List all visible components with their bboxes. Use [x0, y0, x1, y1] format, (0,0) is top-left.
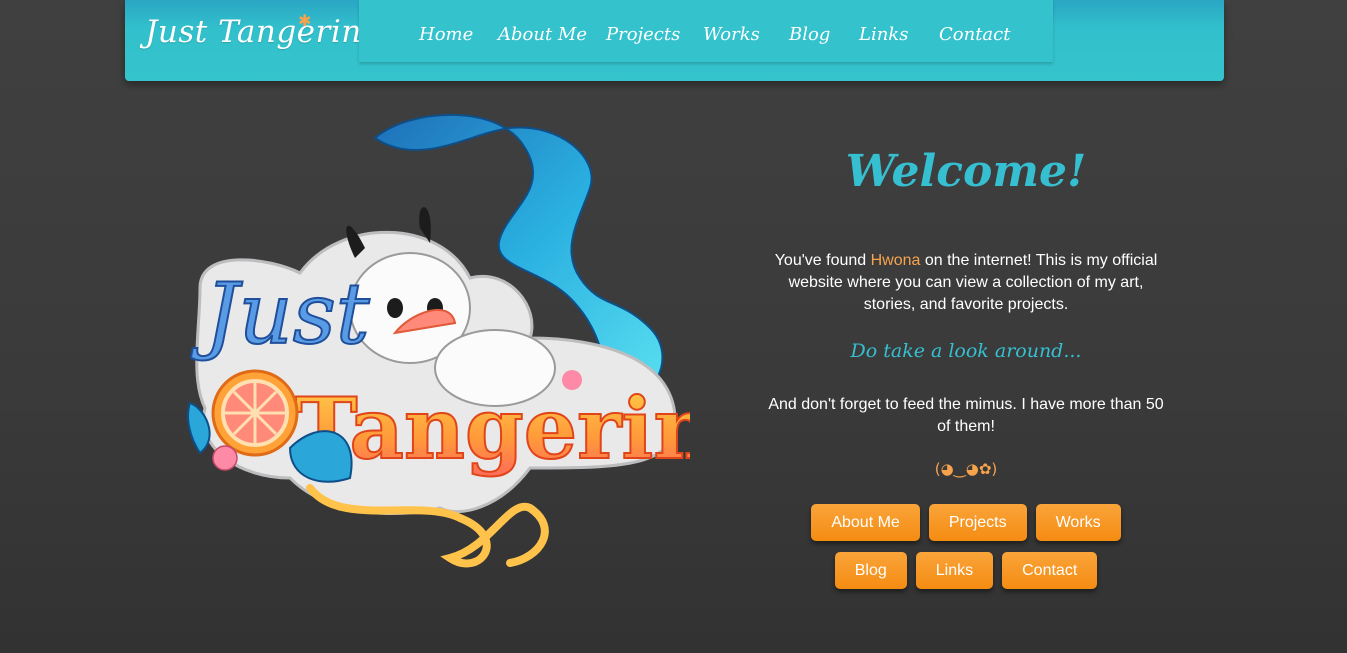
button-row-2: Blog Links Contact — [766, 552, 1166, 589]
emoticon: (◕‿◕✿) — [934, 460, 998, 478]
logo-art: Just Tangerine — [187, 113, 769, 568]
contact-button[interactable]: Contact — [1002, 552, 1098, 589]
site-brand[interactable]: Just Tangerine — [145, 14, 381, 50]
logo-tangerine: Tangerine — [295, 379, 690, 478]
brand-star-icon: ✱ — [298, 11, 312, 30]
projects-button[interactable]: Projects — [928, 504, 1027, 541]
pink-flower-icon — [212, 445, 238, 471]
author-name: Hwona — [870, 252, 921, 269]
mimus-note: And don't forget to feed the mimus. I ha… — [768, 396, 1164, 435]
button-row-1: About Me Projects Works — [766, 504, 1166, 541]
about-me-button[interactable]: About Me — [811, 504, 920, 541]
links-button[interactable]: Links — [915, 552, 994, 589]
works-button[interactable]: Works — [1035, 504, 1121, 541]
main-nav: Home About Me Projects Works Blog Links … — [359, 0, 1053, 62]
mimus-eye-left — [387, 298, 403, 318]
logo-just: Just — [190, 265, 370, 363]
site-header: Just Tangerine ✱ Home About Me Projects … — [125, 0, 1224, 81]
nav-links[interactable]: Links — [859, 24, 908, 45]
nav-projects[interactable]: Projects — [606, 24, 680, 45]
nav-blog[interactable]: Blog — [789, 24, 830, 45]
blog-button[interactable]: Blog — [834, 552, 907, 589]
intro-before: You've found — [774, 252, 871, 269]
nav-home[interactable]: Home — [419, 24, 473, 45]
nav-works[interactable]: Works — [703, 24, 760, 45]
site-logo-illustration: Just Tangerine — [180, 108, 769, 578]
nav-contact[interactable]: Contact — [939, 24, 1010, 45]
nav-about-me[interactable]: About Me — [498, 24, 587, 45]
intro-text: You've found Hwona on the internet! This… — [766, 250, 1166, 316]
look-around-subtitle: Do take a look around... — [850, 340, 1082, 362]
welcome-heading: Welcome! — [845, 146, 1087, 197]
